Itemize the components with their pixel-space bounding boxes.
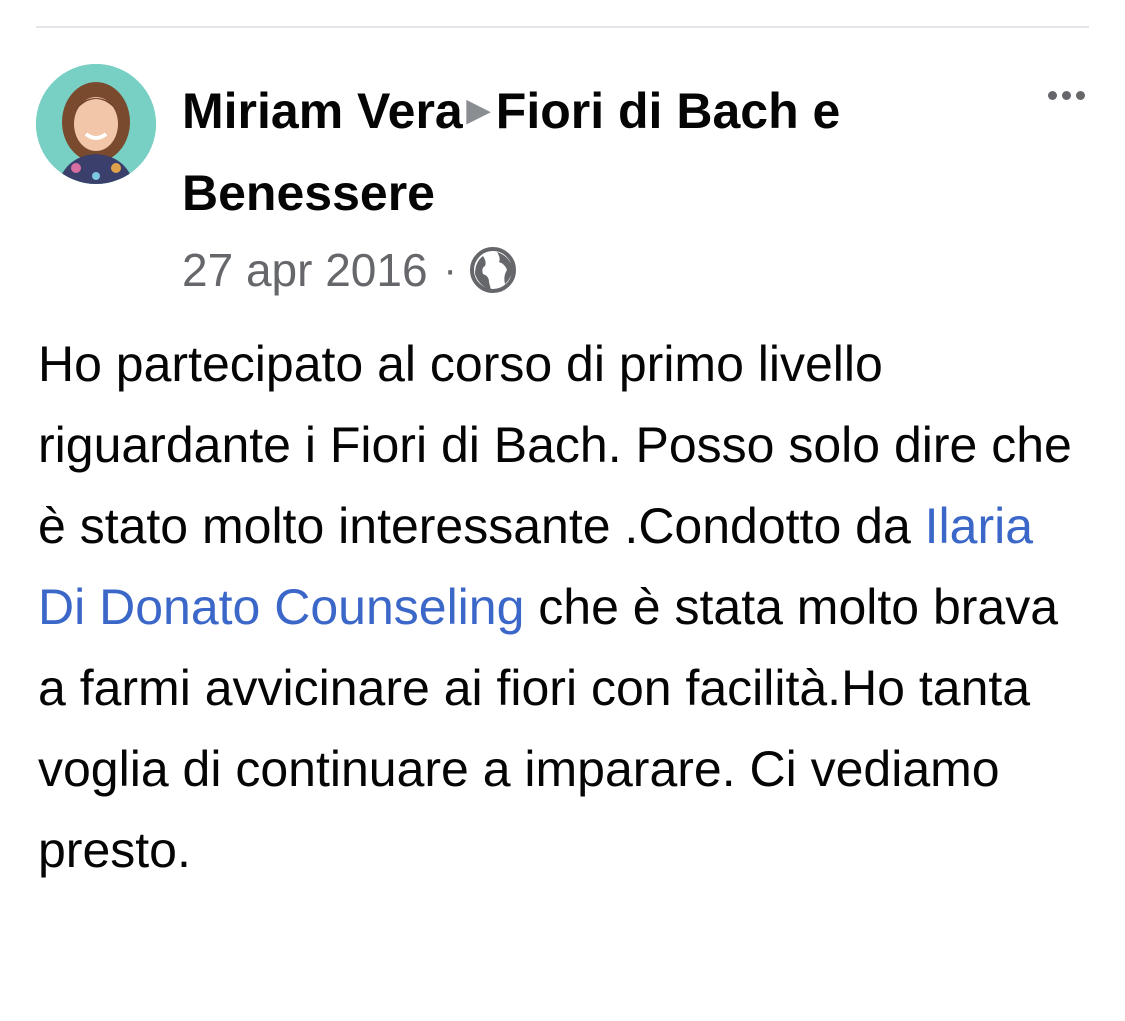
post-header: Miriam Vera ▶ Fiori di Bach e Benessere xyxy=(182,72,1002,232)
post-meta: 27 apr 2016 · xyxy=(182,240,517,300)
globe-icon xyxy=(469,246,517,294)
more-options-button[interactable] xyxy=(1036,80,1096,110)
post-date[interactable]: 27 apr 2016 xyxy=(182,243,428,297)
author-avatar[interactable] xyxy=(36,64,156,184)
avatar-photo xyxy=(36,64,156,184)
more-dot xyxy=(1061,90,1071,100)
author-name[interactable]: Miriam Vera xyxy=(182,83,463,139)
more-dot xyxy=(1075,90,1085,100)
post-text-before: Ho partecipato al corso di primo livello… xyxy=(38,336,1072,554)
top-divider xyxy=(36,26,1089,28)
more-dot xyxy=(1047,90,1057,100)
post-body: Ho partecipato al corso di primo livello… xyxy=(38,324,1088,891)
meta-separator: · xyxy=(443,247,457,292)
arrow-right-icon: ▶ xyxy=(466,93,490,127)
